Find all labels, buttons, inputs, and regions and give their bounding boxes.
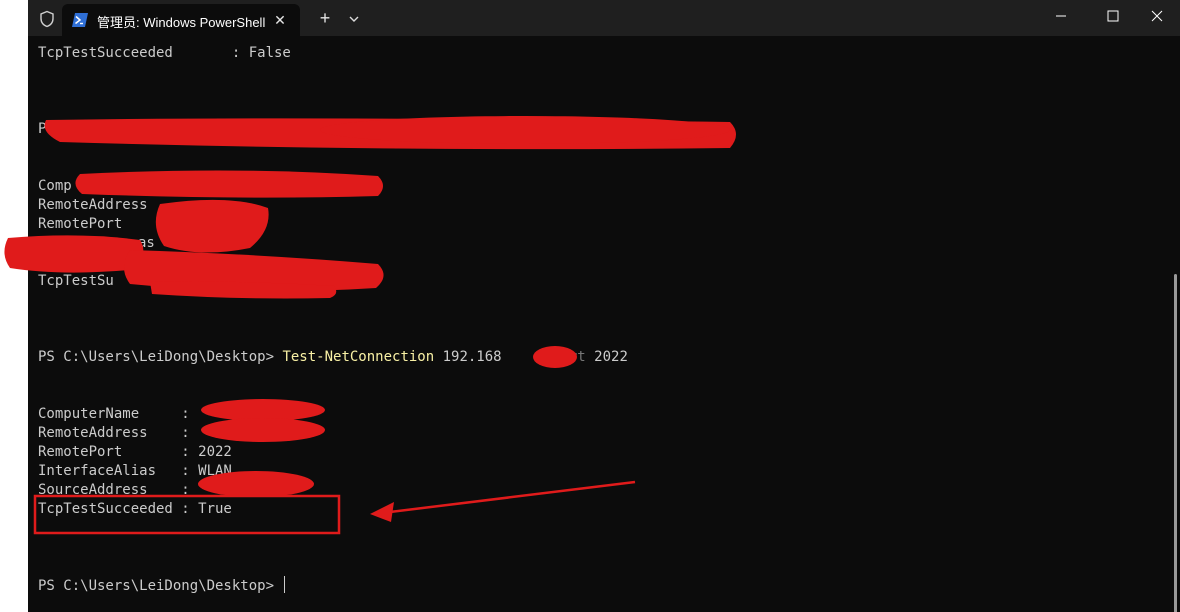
tab-title: 管理员: Windows PowerShell (97, 15, 266, 30)
port-argument: 2022 (585, 349, 628, 365)
tab-powershell[interactable]: 管理员: Windows PowerShell ✕ (62, 4, 300, 36)
result-line: InterfaceAlias : WLAN (38, 463, 232, 479)
redacted-line: RemoteAddress (38, 197, 148, 213)
redacted-line: as (138, 235, 155, 251)
powershell-icon (72, 13, 88, 27)
redacted-prompt-line: PT (38, 121, 309, 137)
shield-icon (40, 10, 54, 28)
chevron-down-icon[interactable] (344, 9, 364, 29)
title-bar: 管理员: Windows PowerShell ✕ + (28, 0, 1180, 36)
redacted-line: TcpTestSu (38, 273, 114, 289)
command-name: Test-NetConnection (282, 349, 435, 365)
minimize-icon[interactable] (1038, 0, 1084, 32)
terminal-output[interactable]: TcpTestSucceeded : False PT Comp RemoteA… (28, 36, 1180, 612)
prev-result-line: TcpTestSucceeded : False (38, 45, 291, 61)
close-icon[interactable] (1134, 0, 1180, 32)
final-prompt-line[interactable]: PS C:\Users\LeiDong\Desktop> (38, 576, 286, 596)
result-line: RemoteAddress : (38, 425, 190, 441)
port-parameter: -Port (543, 349, 586, 365)
result-line: ComputerName : (38, 406, 190, 422)
scrollbar-thumb[interactable] (1174, 274, 1177, 612)
prompt: PS C:\Users\LeiDong\Desktop> (38, 578, 283, 594)
command-line: PS C:\Users\LeiDong\Desktop> Test-NetCon… (38, 348, 628, 367)
prompt: PS C:\Users\LeiDong\Desktop> (38, 349, 283, 365)
new-tab-button[interactable]: + (314, 7, 336, 29)
result-line-tcp-succeeded: TcpTestSucceeded : True (38, 501, 232, 517)
result-line: RemotePort : 2022 (38, 444, 232, 460)
maximize-icon[interactable] (1090, 0, 1136, 32)
text-cursor (284, 576, 286, 593)
ip-argument: 192.168 (434, 349, 502, 365)
result-line: SourceAddress : (38, 482, 190, 498)
redacted-line: Comp (38, 178, 72, 194)
close-tab-icon[interactable]: ✕ (270, 10, 290, 30)
redacted-line: RemotePort (38, 216, 123, 232)
terminal-window: 管理员: Windows PowerShell ✕ + TcpTestSucce… (28, 0, 1180, 612)
redacted-line: Address (88, 254, 148, 270)
